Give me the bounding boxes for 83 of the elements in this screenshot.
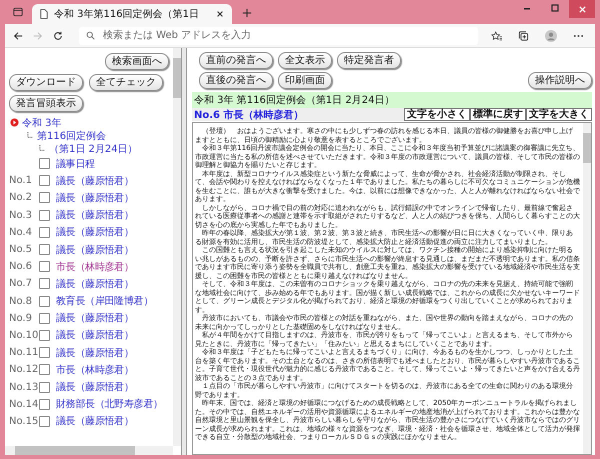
favorites-star-icon[interactable]: [491, 30, 502, 40]
nav-button[interactable]: 特定発言者: [337, 52, 401, 69]
nav-button[interactable]: 直後の発言へ: [199, 72, 273, 89]
maximize-icon[interactable]: [550, 3, 560, 13]
speaker-link[interactable]: 議長（藤原悟君）: [56, 328, 134, 342]
font-size-button[interactable]: 文字を大きく: [526, 108, 592, 121]
nav-button[interactable]: 直前の発言へ: [199, 52, 273, 69]
tab-actions-icon[interactable]: [13, 7, 23, 17]
speaker-link[interactable]: 議長（藤原悟君）: [56, 190, 134, 205]
speech-number: No.15: [8, 416, 35, 427]
profile-avatar-icon[interactable]: [545, 30, 557, 42]
checkbox[interactable]: [39, 244, 50, 256]
panel-button[interactable]: ダウンロード: [9, 74, 83, 91]
panel-button[interactable]: 全てチェック: [89, 74, 163, 91]
scrollbar[interactable]: [173, 48, 181, 446]
speaker-link[interactable]: 市長（林時彦君）: [56, 362, 134, 377]
speech-number: No.6: [8, 261, 33, 272]
search-screen-button[interactable]: 検索画面へ: [105, 53, 169, 70]
checkbox[interactable]: [39, 364, 50, 376]
checkbox[interactable]: [39, 347, 50, 358]
page-icon: [40, 9, 48, 19]
checkbox[interactable]: [39, 398, 50, 410]
play-icon: [10, 118, 19, 127]
tree-link[interactable]: 第116回定例会: [37, 128, 106, 142]
checkbox[interactable]: [39, 330, 50, 341]
collections-icon[interactable]: [518, 30, 529, 40]
checkbox[interactable]: [39, 175, 50, 186]
speech-number: No.5: [8, 244, 33, 256]
agenda-link[interactable]: 議事日程: [56, 156, 95, 171]
checkbox[interactable]: [39, 226, 50, 238]
forward-icon[interactable]: [33, 30, 43, 40]
speaker-link[interactable]: 議長（藤原悟君）: [56, 380, 134, 394]
speech-number: No.4: [8, 226, 33, 238]
speaker-link[interactable]: 議長（藤原悟君）: [56, 346, 134, 360]
speech-number: No.8: [8, 296, 33, 307]
scrollbar[interactable]: [583, 123, 591, 454]
speech-number: No.11: [8, 347, 35, 358]
speech-number: No.2: [8, 192, 33, 204]
speech-number: No.7: [8, 278, 33, 290]
tab-title: 令和 3年第116回定例会（第1日: [54, 8, 200, 21]
font-size-button[interactable]: 文字を小さく: [404, 108, 470, 121]
new-tab-icon[interactable]: [242, 8, 252, 18]
speaker-link[interactable]: 議長（藤原悟君）: [56, 311, 134, 326]
checkbox[interactable]: [39, 312, 50, 324]
checkbox[interactable]: [39, 296, 50, 307]
speaker-link[interactable]: 財務部長（北野寿彦君）: [56, 397, 163, 412]
checkbox[interactable]: [39, 261, 50, 272]
window-close-button[interactable]: [569, 0, 595, 18]
speech-number: No.9: [8, 312, 33, 324]
meeting-title: 令和 3年 第116回定例会（第1日 2月24日）: [192, 92, 592, 108]
speaker-link[interactable]: 議長（藤原悟君）: [56, 414, 134, 428]
refresh-icon[interactable]: [53, 30, 63, 40]
speaker-link[interactable]: 議長（藤原悟君）: [56, 225, 134, 240]
close-icon[interactable]: [216, 10, 224, 18]
speech-number: No.1: [8, 175, 33, 186]
font-size-button[interactable]: 標準に戻す: [470, 108, 526, 121]
speech-number: No.3: [8, 210, 33, 221]
speaker-link[interactable]: 市長（林時彦君）: [56, 260, 134, 274]
checkbox[interactable]: [39, 278, 50, 290]
back-icon[interactable]: [13, 30, 23, 40]
close-icon: [578, 4, 586, 14]
opening-display-button[interactable]: 発言冒頭表示: [9, 95, 83, 112]
help-button[interactable]: 操作説明へ: [528, 72, 592, 89]
nav-button[interactable]: 全文表示: [278, 52, 332, 69]
speaker-link[interactable]: 議長（藤原悟君）: [56, 242, 134, 257]
checkbox[interactable]: [39, 382, 50, 393]
speaker-link[interactable]: 教育長（岸田隆博君）: [56, 294, 154, 308]
address-field[interactable]: 検索または Web アドレスを入力: [79, 26, 478, 44]
checkbox[interactable]: [39, 158, 50, 170]
speech-number: No.13: [8, 382, 35, 393]
speaker-link[interactable]: 議長（藤原悟君）: [56, 174, 134, 188]
speaker-heading: No.6 市長（林時彦君）: [193, 108, 304, 122]
checkbox[interactable]: [39, 416, 50, 427]
tree-link[interactable]: （第1日 2月24日）: [49, 142, 138, 156]
speaker-link[interactable]: 議長（藤原悟君）: [56, 276, 134, 291]
nav-button[interactable]: 印刷画面: [278, 72, 332, 89]
scrollbar[interactable]: [5, 446, 173, 455]
browser-tab[interactable]: 令和 3年第116回定例会（第1日: [32, 4, 232, 24]
speech-number: No.12: [8, 364, 35, 376]
checkbox[interactable]: [39, 210, 50, 221]
checkbox[interactable]: [39, 192, 50, 204]
speaker-link[interactable]: 議長（藤原悟君）: [56, 208, 134, 222]
tree-link[interactable]: 令和 3年: [22, 116, 62, 130]
